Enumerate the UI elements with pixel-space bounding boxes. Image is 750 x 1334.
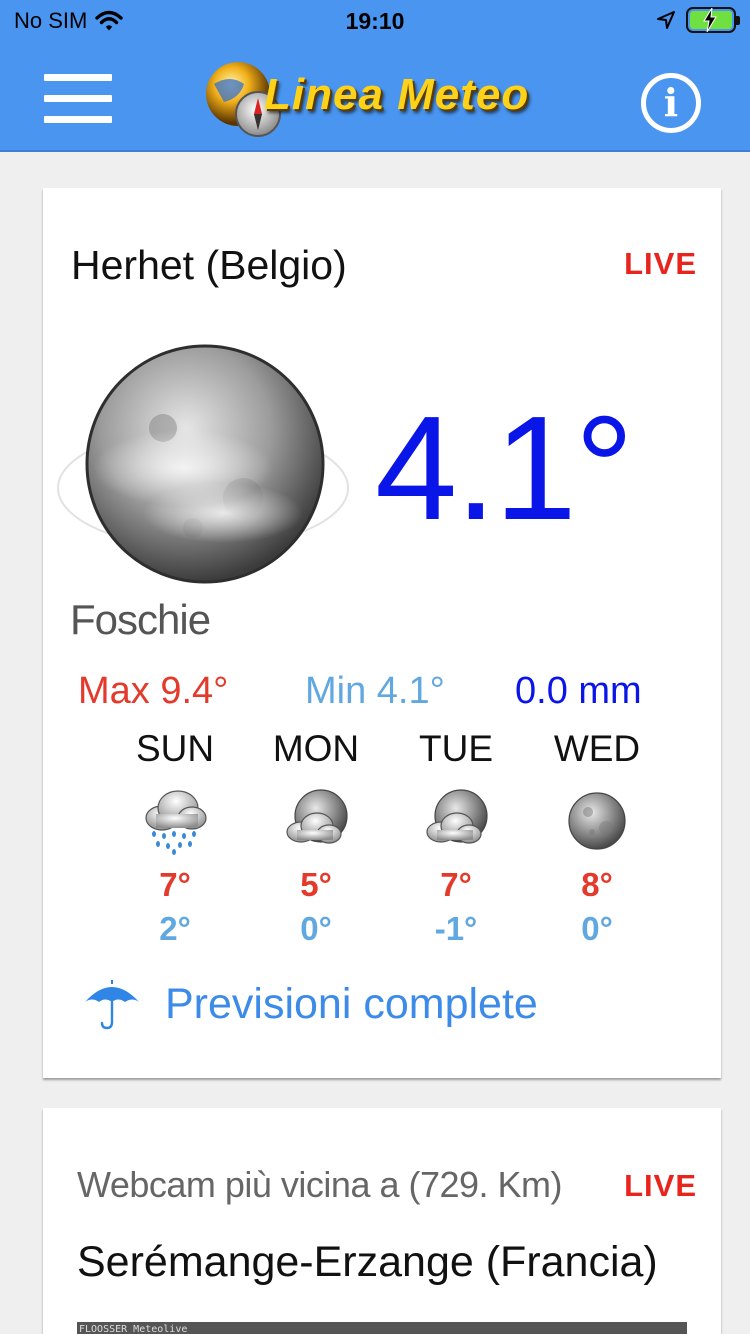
- moon-icon: [568, 792, 626, 850]
- live-badge: LIVE: [624, 1168, 697, 1203]
- day-min-temp: 2°: [159, 910, 191, 947]
- cloudy-moon-icon: [286, 789, 348, 844]
- condition-label: Foschie: [70, 596, 211, 643]
- location-name: Herhet (Belgio): [71, 242, 347, 288]
- info-button[interactable]: i: [641, 73, 701, 133]
- forecast-day: MON 5° 0°: [241, 728, 391, 948]
- day-min-temp: 0°: [300, 910, 332, 947]
- day-min-temp: 0°: [581, 910, 613, 947]
- day-name: WED: [553, 728, 641, 769]
- menu-line: [44, 116, 112, 123]
- day-max-temp: 8°: [581, 866, 613, 903]
- app-header: Linea Meteo i: [0, 42, 750, 152]
- day-name: TUE: [419, 728, 493, 769]
- day-max-temp: 5°: [300, 866, 332, 903]
- min-temperature: Min 4.1°: [305, 670, 445, 712]
- current-temperature: 4.1°: [375, 386, 634, 551]
- status-bar: No SIM 19:10: [0, 0, 750, 42]
- umbrella-icon: [85, 980, 139, 1030]
- battery-icon: [686, 7, 740, 33]
- fog-moon-icon: [57, 344, 349, 584]
- webcam-distance-label: Webcam più vicina a (729. Km): [77, 1164, 563, 1205]
- app-logo-text: Linea Meteo: [264, 70, 530, 119]
- day-min-temp: -1°: [434, 910, 478, 947]
- webcam-card[interactable]: Webcam più vicina a (729. Km) LIVE Serém…: [43, 1108, 721, 1334]
- menu-line: [44, 95, 112, 102]
- forecast-day: SUN 7° 2°: [100, 728, 250, 948]
- clock: 19:10: [345, 8, 405, 34]
- menu-line: [44, 74, 112, 81]
- current-weather-card: Herhet (Belgio) LIVE 4.1° Foschie Max 9.…: [43, 188, 721, 1078]
- webcam-location: Serémange-Erzange (Francia): [77, 1238, 658, 1286]
- app-logo: Linea Meteo: [200, 52, 560, 144]
- full-forecast-link[interactable]: Previsioni complete: [83, 978, 538, 1030]
- forecast-day: WED 8° 0°: [522, 728, 672, 948]
- precipitation: 0.0 mm: [515, 670, 642, 712]
- day-max-temp: 7°: [159, 866, 191, 903]
- forecast-day: TUE 7° -1°: [381, 728, 531, 948]
- live-badge: LIVE: [624, 246, 697, 281]
- full-forecast-label: Previsioni complete: [165, 979, 538, 1028]
- day-name: SUN: [135, 728, 215, 769]
- day-name: MON: [272, 728, 360, 769]
- charging-bolt-icon: [703, 8, 717, 32]
- webcam-image[interactable]: FLOOSSER Meteolive: [77, 1322, 687, 1334]
- day-max-temp: 7°: [440, 866, 472, 903]
- rain-cloud-icon: [145, 790, 207, 855]
- menu-button[interactable]: [44, 74, 114, 126]
- location-arrow-icon: [657, 11, 675, 29]
- status-icons: [656, 7, 740, 33]
- cloudy-moon-icon: [426, 789, 488, 844]
- webcam-stamp: FLOOSSER Meteolive: [79, 1324, 188, 1334]
- max-temperature: Max 9.4°: [78, 670, 229, 712]
